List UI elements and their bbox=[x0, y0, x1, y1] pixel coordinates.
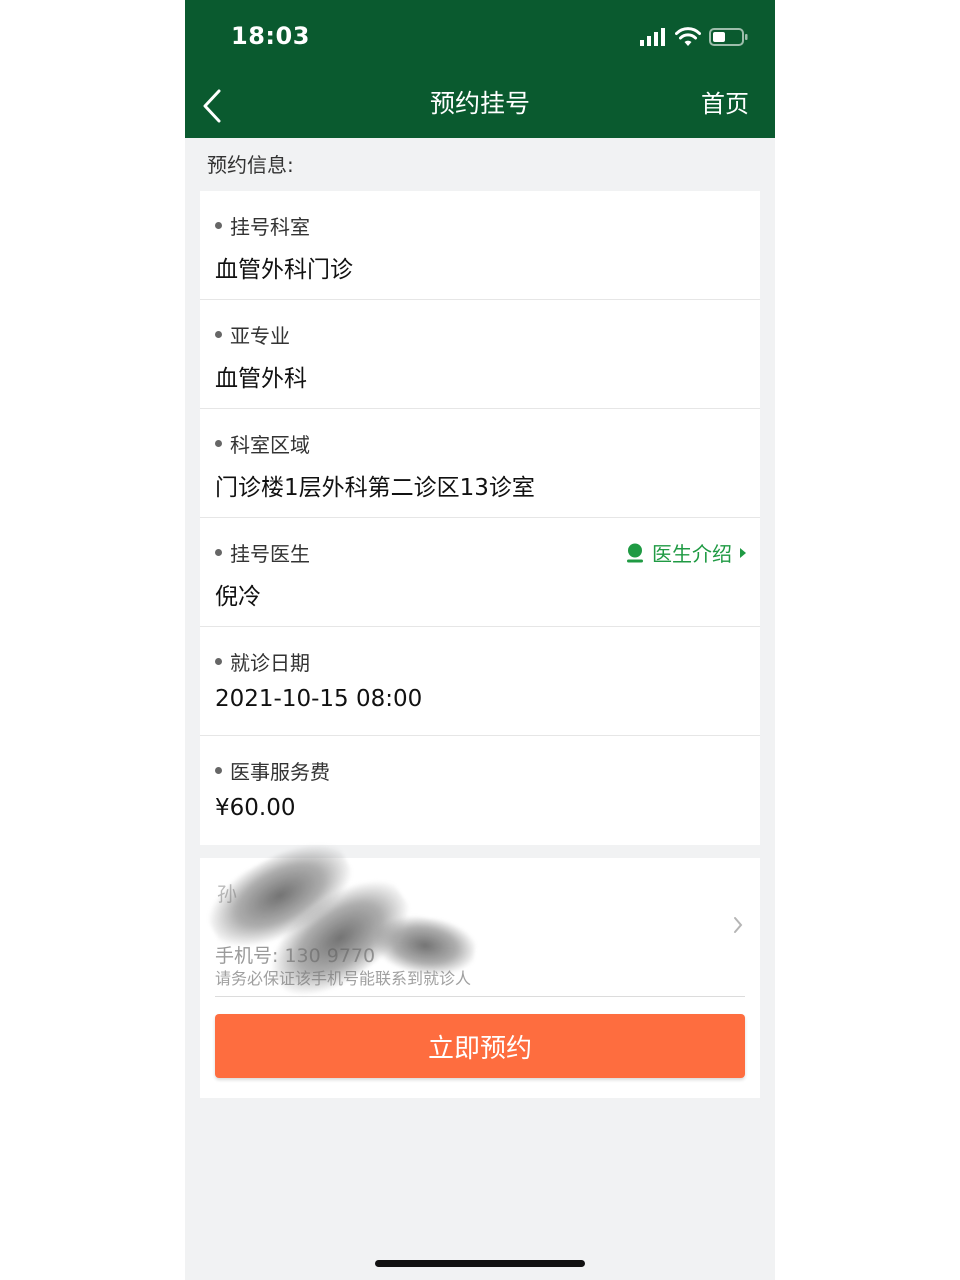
doctor-intro-link[interactable]: 医生介绍 bbox=[626, 538, 746, 567]
status-icons bbox=[639, 24, 749, 50]
bullet-dot-icon bbox=[215, 222, 222, 229]
row-value: ¥60.00 bbox=[215, 795, 296, 821]
row-label: 挂号医生 bbox=[215, 538, 310, 567]
signal-icon bbox=[640, 28, 665, 46]
row-label: 挂号科室 bbox=[215, 211, 310, 240]
caret-right-icon bbox=[740, 547, 746, 558]
patient-card: 孙 手机号: 130 9770 请务必保证该手机号能联系到就诊人 立即预约 bbox=[196, 827, 760, 1098]
patient-selector[interactable]: 孙 手机号: 130 9770 请务必保证该手机号能联系到就诊人 bbox=[196, 827, 745, 1014]
app-header: 18:03 预约挂号 首页 bbox=[185, 0, 775, 138]
book-now-button[interactable]: 立即预约 bbox=[215, 1014, 745, 1078]
info-row-subspecialty: 亚专业 血管外科 bbox=[200, 300, 760, 409]
row-value: 门诊楼1层外科第二诊区13诊室 bbox=[215, 475, 535, 501]
info-row-fee: 医事服务费 ¥60.00 bbox=[200, 736, 760, 845]
info-row-date: 就诊日期 2021-10-15 08:00 bbox=[200, 627, 760, 736]
appointment-info-card: 挂号科室 血管外科门诊 亚专业 血管外科 科室区域 门诊楼1层外科第二诊区13诊… bbox=[200, 191, 760, 845]
battery-icon bbox=[709, 28, 748, 46]
bullet-dot-icon bbox=[215, 767, 222, 774]
info-row-doctor: 挂号医生 医生介绍 倪冷 bbox=[200, 518, 760, 627]
row-label: 亚专业 bbox=[215, 320, 290, 349]
bullet-dot-icon bbox=[215, 658, 222, 665]
row-value: 血管外科 bbox=[215, 366, 307, 392]
info-row-department: 挂号科室 血管外科门诊 bbox=[200, 191, 760, 300]
bullet-dot-icon bbox=[215, 440, 222, 447]
chevron-right-icon bbox=[734, 917, 743, 933]
row-label: 就诊日期 bbox=[215, 647, 310, 676]
bullet-dot-icon bbox=[215, 331, 222, 338]
home-link[interactable]: 首页 bbox=[701, 86, 749, 122]
info-row-area: 科室区域 门诊楼1层外科第二诊区13诊室 bbox=[200, 409, 760, 518]
bullet-dot-icon bbox=[215, 549, 222, 556]
row-value: 血管外科门诊 bbox=[215, 257, 353, 283]
section-label: 预约信息: bbox=[207, 153, 294, 177]
person-icon bbox=[627, 543, 643, 562]
status-time: 18:03 bbox=[231, 22, 310, 50]
row-label: 科室区域 bbox=[215, 429, 310, 458]
page-title: 预约挂号 bbox=[429, 89, 530, 118]
row-label: 医事服务费 bbox=[215, 756, 330, 785]
row-value: 2021-10-15 08:00 bbox=[215, 686, 423, 712]
wifi-icon bbox=[675, 27, 701, 46]
row-value: 倪冷 bbox=[215, 584, 261, 610]
phone-screen: 18:03 预约挂号 首页 预约信息: 挂号科室 血管外科门诊 亚专业 血管外科… bbox=[185, 0, 775, 1280]
home-indicator bbox=[375, 1260, 585, 1267]
